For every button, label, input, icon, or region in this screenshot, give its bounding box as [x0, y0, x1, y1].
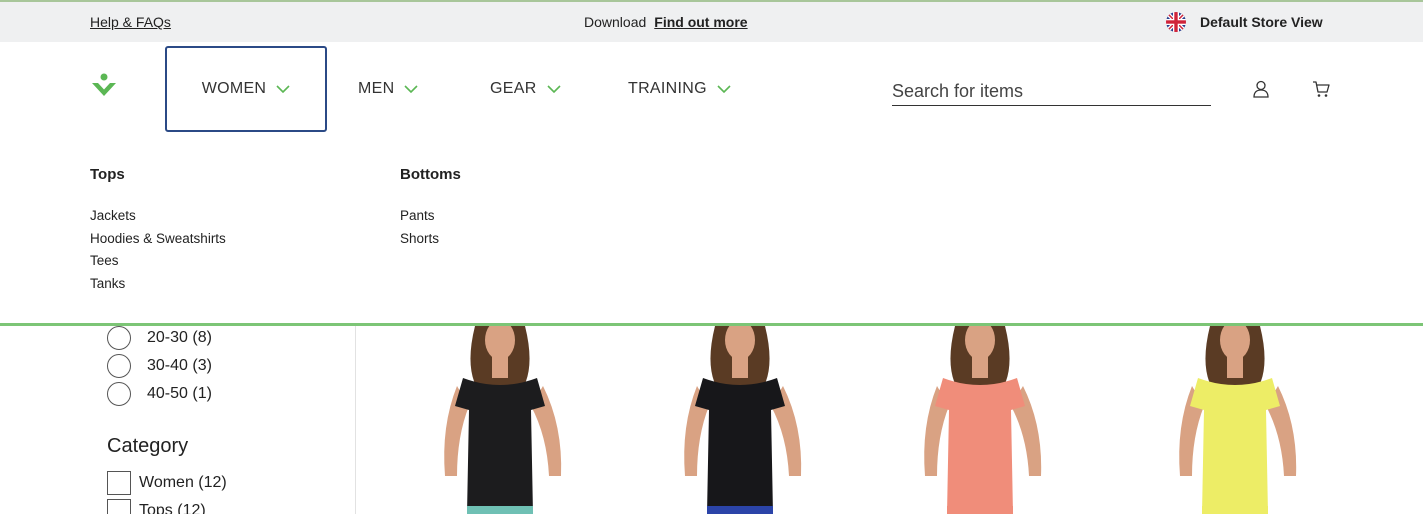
price-option-label: 40-50 (1) [147, 385, 212, 402]
category-filter-title: Category [107, 435, 189, 457]
nav-gear[interactable]: GEAR [490, 46, 561, 132]
store-label: Default Store View [1200, 14, 1323, 30]
product-image[interactable] [1140, 326, 1330, 514]
chevron-down-icon [717, 85, 731, 93]
category-filter-option[interactable]: Women (12) [107, 471, 227, 495]
mega-menu: Tops Jackets Hoodies & Sweatshirts Tees … [0, 142, 1423, 324]
menu-link-hoodies[interactable]: Hoodies & Sweatshirts [90, 228, 226, 251]
help-faqs-link[interactable]: Help & FAQs [90, 14, 171, 30]
category-option-label: Women (12) [139, 474, 227, 491]
radio-button[interactable] [107, 382, 131, 406]
promo-text: Download [584, 14, 647, 30]
price-option-label: 20-30 (8) [147, 329, 212, 346]
top-bar: Help & FAQs Download Find out more Defau… [0, 0, 1423, 42]
chevron-down-icon [276, 85, 290, 93]
logo-icon[interactable] [90, 72, 118, 100]
search-input[interactable] [892, 78, 1211, 106]
radio-button[interactable] [107, 354, 131, 378]
price-filter-option[interactable]: 20-30 (8) [107, 326, 212, 350]
menu-link-shorts[interactable]: Shorts [400, 228, 461, 251]
nav-label: GEAR [490, 80, 537, 97]
category-filter-option[interactable]: Tops (12) [107, 499, 206, 514]
radio-button[interactable] [107, 326, 131, 350]
nav-label: MEN [358, 80, 395, 97]
nav-label: TRAINING [628, 80, 707, 97]
product-image[interactable] [885, 326, 1075, 514]
checkbox[interactable] [107, 499, 131, 514]
price-option-label: 30-40 (3) [147, 357, 212, 374]
menu-link-pants[interactable]: Pants [400, 205, 461, 228]
find-out-more-link[interactable]: Find out more [654, 14, 747, 30]
flag-uk-icon [1166, 12, 1186, 32]
checkbox[interactable] [107, 471, 131, 495]
nav-label: WOMEN [201, 80, 267, 97]
menu-link-tanks[interactable]: Tanks [90, 273, 226, 296]
product-image[interactable] [405, 326, 595, 514]
menu-link-tees[interactable]: Tees [90, 250, 226, 273]
menu-column-tops: Tops Jackets Hoodies & Sweatshirts Tees … [90, 166, 226, 295]
menu-column-title[interactable]: Bottoms [400, 166, 461, 183]
price-filter-option[interactable]: 30-40 (3) [107, 354, 212, 378]
nav-men[interactable]: MEN [358, 46, 419, 132]
nav-women[interactable]: WOMEN [165, 46, 327, 132]
store-switcher[interactable]: Default Store View [1166, 12, 1323, 32]
chevron-down-icon [546, 85, 561, 93]
main-header: WOMEN MEN GEAR TRAINING [0, 42, 1423, 142]
sidebar-border [355, 326, 356, 514]
menu-column-title[interactable]: Tops [90, 166, 226, 183]
price-filter-option[interactable]: 40-50 (1) [107, 382, 212, 406]
category-option-label: Tops (12) [139, 502, 206, 514]
menu-link-jackets[interactable]: Jackets [90, 205, 226, 228]
product-image[interactable] [645, 326, 835, 514]
user-icon[interactable] [1252, 80, 1270, 98]
promo-banner: Download Find out more [584, 14, 748, 30]
chevron-down-icon [404, 85, 419, 93]
menu-column-bottoms: Bottoms Pants Shorts [400, 166, 461, 250]
cart-icon[interactable] [1312, 80, 1330, 98]
nav-training[interactable]: TRAINING [628, 46, 731, 132]
